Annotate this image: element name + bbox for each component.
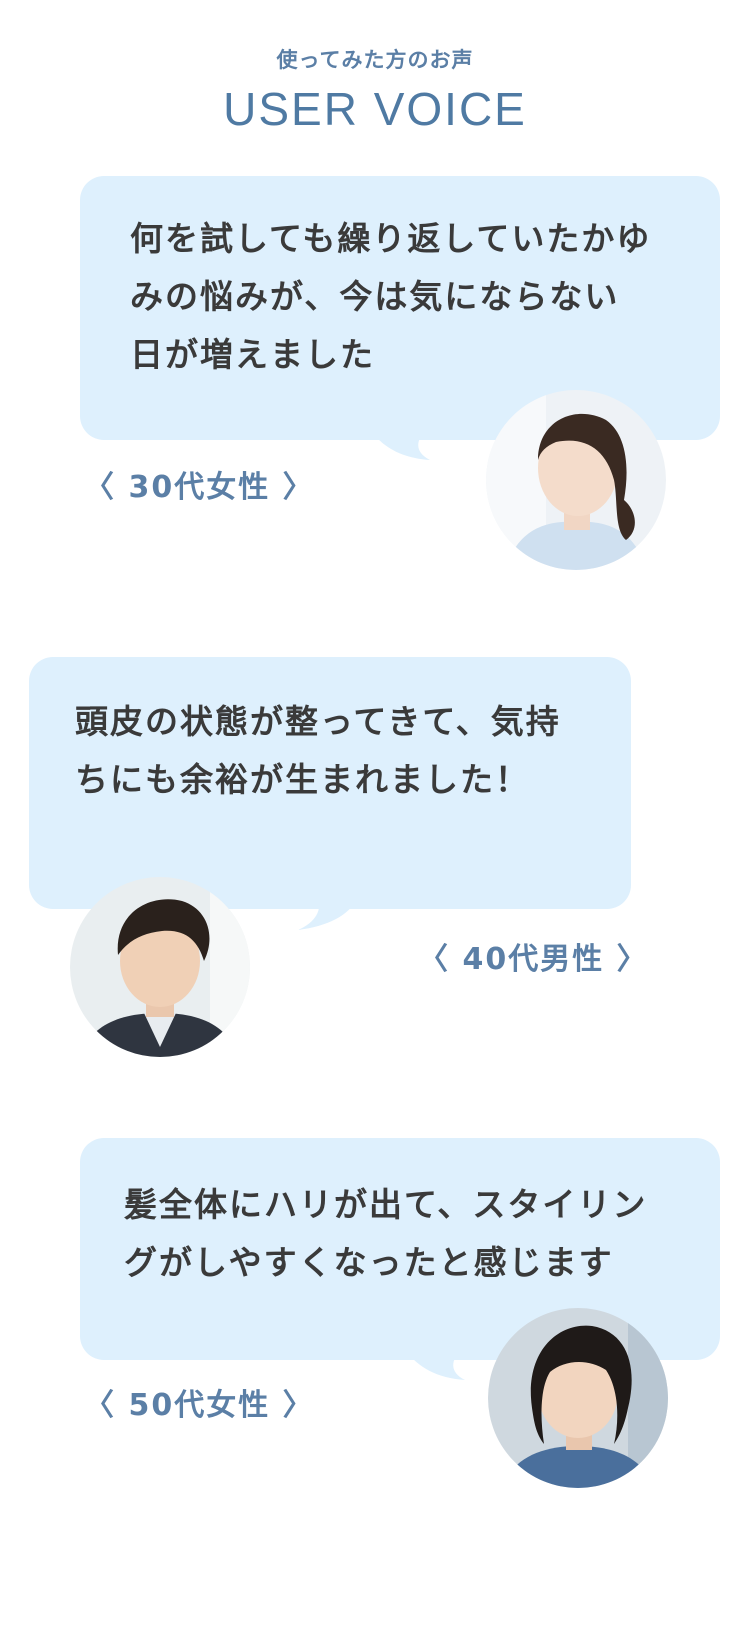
voice-3-line-2: グがしやすくなったと感じます [124, 1243, 614, 1282]
voice-1-line-1: 何を試しても繰り返していたかゆ [130, 219, 652, 258]
man-40s-avatar [70, 877, 250, 1057]
section-subtitle: 使ってみた方のお声 [276, 48, 474, 72]
speech-bubble-1: 何を試しても繰り返していたかゆ みの悩みが、今は気にならない 日が増えました [80, 176, 720, 440]
speech-bubble-1-tail [370, 430, 430, 460]
voice-1-line-2: みの悩みが、今は気にならない [130, 277, 620, 316]
voice-2-text: 頭皮の状態が整ってきて、気持 ちにも余裕が生まれました！ [75, 693, 561, 809]
voice-2-line-1: 頭皮の状態が整ってきて、気持 [75, 702, 561, 741]
speech-bubble-3-tail [405, 1350, 465, 1380]
voice-1-label: 〈 30代女性 〉 [84, 470, 315, 505]
voice-2-line-2: ちにも余裕が生まれました！ [75, 760, 530, 799]
woman-50s-avatar [488, 1308, 668, 1488]
speech-bubble-2-tail [298, 898, 358, 930]
voice-3-label: 〈 50代女性 〉 [84, 1388, 315, 1423]
voice-3-text: 髪全体にハリが出て、スタイリン グがしやすくなったと感じます [124, 1176, 647, 1292]
section-title: USER VOICE [223, 83, 527, 135]
speech-bubble-2: 頭皮の状態が整ってきて、気持 ちにも余裕が生まれました！ [29, 657, 631, 909]
voice-2-label: 〈 40代男性 〉 [418, 942, 649, 977]
voice-1-line-3: 日が増えました [130, 335, 375, 374]
voice-3-line-1: 髪全体にハリが出て、スタイリン [124, 1185, 648, 1224]
woman-30s-avatar [486, 390, 666, 570]
voice-1-text: 何を試しても繰り返していたかゆ みの悩みが、今は気にならない 日が増えました [130, 210, 651, 384]
